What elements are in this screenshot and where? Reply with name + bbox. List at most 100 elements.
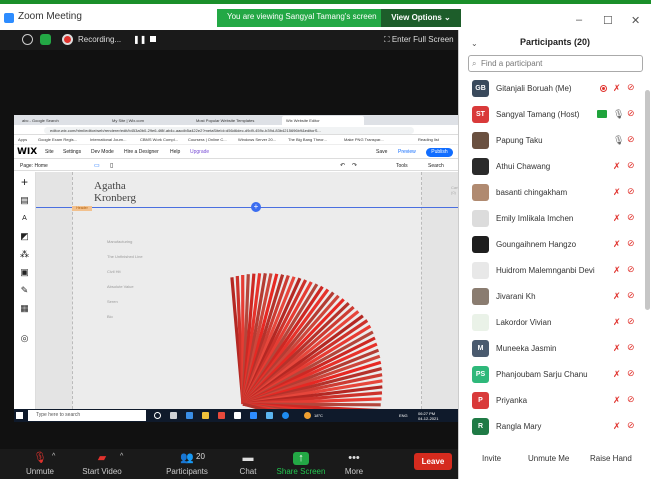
pause-recording-button[interactable]: ❚❚: [133, 35, 146, 44]
taskbar-search-input[interactable]: Type here to search: [28, 410, 146, 421]
apps-icon[interactable]: ⁂: [20, 250, 29, 259]
participant-row[interactable]: P Priyanka ✗ ⊘: [459, 388, 651, 414]
undo-icon[interactable]: ↶: [340, 162, 345, 169]
share-screen-button[interactable]: ↑ Share Screen: [276, 449, 326, 479]
close-button[interactable]: ✕: [631, 14, 640, 27]
minimize-button[interactable]: –: [576, 14, 582, 26]
site-menu-item[interactable]: Bio: [107, 314, 113, 319]
file-explorer-icon[interactable]: [202, 412, 209, 419]
participant-row[interactable]: R Rangla Mary ✗ ⊘: [459, 414, 651, 440]
participant-row[interactable]: Lakordor Vivian ✗ ⊘: [459, 310, 651, 336]
media-icon[interactable]: ▣: [20, 268, 29, 277]
language-label[interactable]: ENG: [399, 413, 408, 418]
add-section-icon[interactable]: +: [251, 202, 261, 212]
participant-row[interactable]: Goungaihnem Hangzo ✗ ⊘: [459, 232, 651, 258]
edge-icon[interactable]: [186, 412, 193, 419]
enter-full-screen-button[interactable]: ⛶ Enter Full Screen: [384, 35, 454, 45]
header-section-tag[interactable]: Header: [72, 206, 92, 211]
participants-button[interactable]: 👥 20 Participants: [160, 449, 214, 479]
tools-button[interactable]: Tools: [396, 163, 408, 169]
recording-icon: [62, 34, 73, 45]
bookmark[interactable]: CBMS Work Compl...: [140, 137, 178, 142]
text-icon[interactable]: A: [20, 214, 29, 223]
zoom-taskbar-icon[interactable]: [250, 412, 257, 419]
wix-menu-item[interactable]: Site: [45, 149, 54, 155]
wix-menu-item[interactable]: Dev Mode: [91, 149, 114, 155]
start-video-button[interactable]: ▰ ^ Start Video: [74, 449, 130, 479]
avatar: [472, 158, 489, 175]
pages-icon[interactable]: ▤: [20, 196, 29, 205]
save-button[interactable]: Save: [376, 149, 387, 155]
add-icon[interactable]: +: [20, 176, 29, 188]
more-button[interactable]: ••• More: [336, 449, 372, 479]
participant-row[interactable]: GB Gitanjali Boruah (Me) ✗ ⊘: [459, 76, 651, 102]
bookmark[interactable]: Windows Server 20...: [238, 137, 276, 142]
raise-hand-button[interactable]: Raise Hand: [590, 454, 632, 463]
unmute-me-button[interactable]: Unmute Me: [528, 454, 569, 463]
browser-tab[interactable]: My Site | Wix.com: [108, 116, 190, 125]
chat-button[interactable]: ▬ Chat: [230, 449, 266, 479]
site-menu-item[interactable]: Absolute Value: [107, 284, 134, 289]
pen-icon[interactable]: ✎: [20, 286, 29, 295]
participant-row[interactable]: basanti chingakham ✗ ⊘: [459, 180, 651, 206]
wix-menu-item[interactable]: Hire a Designer: [124, 149, 159, 155]
wix-menu-item[interactable]: Help: [170, 149, 180, 155]
participant-row[interactable]: Papung Taku 🎙 ⊘: [459, 128, 651, 154]
cortana-icon[interactable]: [154, 412, 161, 419]
participant-row[interactable]: Emily Imlikala Imchen ✗ ⊘: [459, 206, 651, 232]
unmute-button[interactable]: 🎙 ^ Unmute: [18, 449, 62, 479]
view-options-button[interactable]: View Options ⌄: [381, 9, 461, 27]
security-shield-icon[interactable]: [40, 34, 51, 45]
chrome-icon[interactable]: [218, 412, 225, 419]
bookmark[interactable]: International Journ...: [90, 137, 126, 142]
chevron-up-icon[interactable]: ^: [52, 453, 55, 460]
participant-row[interactable]: ST Sangyal Tamang (Host) 🎙 ⊘: [459, 102, 651, 128]
browser-tab[interactable]: Most Popular Website Templates: [192, 116, 280, 125]
publish-button[interactable]: Publish: [426, 148, 453, 157]
invite-button[interactable]: Invite: [482, 454, 501, 463]
browser-tab[interactable]: abc - Google Search: [18, 116, 106, 125]
bookmark[interactable]: Apps: [18, 137, 27, 142]
maximize-button[interactable]: ☐: [603, 14, 613, 27]
background-icon[interactable]: ◩: [20, 232, 29, 241]
business-icon[interactable]: ▦: [20, 304, 29, 313]
page-selector[interactable]: Page: Home: [20, 163, 48, 169]
bookmark[interactable]: Reading list: [418, 137, 439, 142]
bookmark[interactable]: Make PNG Transpar...: [344, 137, 384, 142]
participant-search-input[interactable]: ⌕ Find a participant: [468, 55, 643, 72]
info-icon[interactable]: [22, 34, 33, 45]
leave-button[interactable]: Leave: [414, 453, 452, 470]
wix-menu-item[interactable]: Settings: [63, 149, 81, 155]
search-button[interactable]: Search: [428, 163, 444, 169]
stop-recording-button[interactable]: [150, 36, 156, 42]
browser-tab-active[interactable]: Wix Website Editor: [282, 116, 364, 125]
desktop-view-icon[interactable]: ▭: [94, 162, 100, 169]
participant-row[interactable]: Jivarani Kh ✗ ⊘: [459, 284, 651, 310]
windows-start-icon[interactable]: [16, 412, 23, 419]
site-menu-item[interactable]: The Unfinished Line: [107, 254, 143, 259]
app-taskbar-icon[interactable]: [282, 412, 289, 419]
wix-canvas: Agatha Kronberg Manufacturing The Unfini…: [36, 172, 459, 409]
redo-icon[interactable]: ↷: [352, 162, 357, 169]
mobile-view-icon[interactable]: ▯: [110, 162, 113, 169]
site-menu-item[interactable]: Seren: [107, 299, 118, 304]
preview-button[interactable]: Preview: [398, 149, 416, 155]
participant-row[interactable]: PS Phanjoubam Sarju Chanu ✗ ⊘: [459, 362, 651, 388]
bookmark[interactable]: Google Exam Regis...: [38, 137, 77, 142]
participant-row[interactable]: M Muneeka Jasmin ✗ ⊘: [459, 336, 651, 362]
muted-mic-icon: 🎙: [613, 135, 625, 145]
url-field[interactable]: editor.wix.com/html/editor/web/renderer/…: [44, 127, 414, 134]
site-menu-item[interactable]: Civil Hit: [107, 269, 121, 274]
layers-icon[interactable]: ◎: [20, 334, 29, 343]
participant-list-scrollbar[interactable]: [645, 90, 650, 310]
task-view-icon[interactable]: [170, 412, 177, 419]
site-menu-item[interactable]: Manufacturing: [107, 239, 132, 244]
bookmark[interactable]: The Big Bang Theor...: [288, 137, 327, 142]
app-taskbar-icon[interactable]: [266, 412, 273, 419]
bookmark[interactable]: Coursera | Online C...: [188, 137, 227, 142]
mail-icon[interactable]: [234, 412, 241, 419]
wix-menu-item[interactable]: Upgrade: [190, 149, 209, 155]
participant-row[interactable]: Athui Chawang ✗ ⊘: [459, 154, 651, 180]
chevron-up-icon[interactable]: ^: [120, 453, 123, 460]
participant-row[interactable]: Huidrom Malemnganbi Devi ✗ ⊘: [459, 258, 651, 284]
